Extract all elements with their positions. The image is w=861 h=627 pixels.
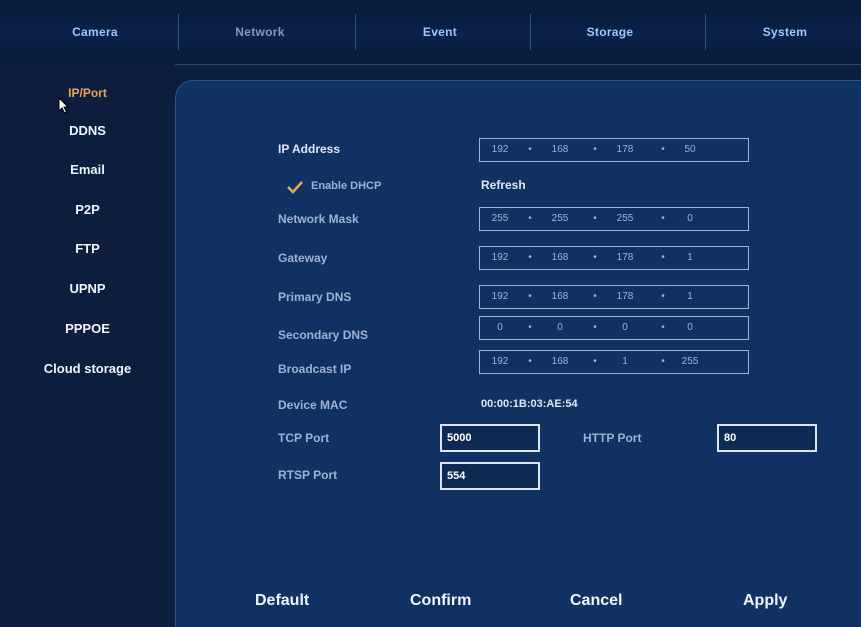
ip-dot: • xyxy=(661,213,665,224)
sidebar-item-ftp[interactable]: FTP xyxy=(0,241,175,256)
sidebar-item-ddns[interactable]: DDNS xyxy=(0,123,175,138)
secondary-dns-label: Secondary DNS xyxy=(278,328,369,342)
tab-event[interactable]: Event xyxy=(365,0,515,64)
ip-octet: 255 xyxy=(681,356,699,367)
ip-dot: • xyxy=(593,144,597,155)
default-button[interactable]: Default xyxy=(255,592,309,610)
ip-octet: 0 xyxy=(557,322,563,333)
ip-dot: • xyxy=(661,144,665,155)
tab-divider xyxy=(530,14,531,50)
ip-dot: • xyxy=(593,291,597,302)
ip-dot: • xyxy=(528,322,532,333)
sidebar-item-email[interactable]: Email xyxy=(0,162,175,177)
ip-dot: • xyxy=(661,322,665,333)
tab-network[interactable]: Network xyxy=(190,0,330,64)
ip-octet: 255 xyxy=(551,213,569,224)
broadcast-ip-field[interactable]: 192 • 168 • 1 • 255 xyxy=(479,350,749,374)
gateway-field[interactable]: 192 • 168 • 178 • 1 xyxy=(479,246,749,270)
ip-octet: 192 xyxy=(491,144,509,155)
rtsp-port-label: RTSP Port xyxy=(278,468,338,482)
ip-octet: 192 xyxy=(491,291,509,302)
ip-dot: • xyxy=(593,213,597,224)
refresh-button[interactable]: Refresh xyxy=(481,178,526,192)
ip-dot: • xyxy=(661,291,665,302)
ip-dot: • xyxy=(593,322,597,333)
broadcast-ip-label: Broadcast IP xyxy=(278,362,352,376)
ip-octet: 255 xyxy=(491,213,509,224)
ip-octet: 192 xyxy=(491,252,509,263)
primary-dns-label: Primary DNS xyxy=(278,290,352,304)
sidebar-item-upnp[interactable]: UPNP xyxy=(0,281,175,296)
http-port-label: HTTP Port xyxy=(583,431,642,445)
http-port-input[interactable]: 80 xyxy=(717,424,817,452)
tab-divider xyxy=(178,14,179,50)
network-mask-label: Network Mask xyxy=(278,212,359,226)
tcp-port-input[interactable]: 5000 xyxy=(440,424,540,452)
ip-octet: 0 xyxy=(687,213,693,224)
ip-octet: 255 xyxy=(616,213,634,224)
ip-dot: • xyxy=(593,252,597,263)
ip-octet: 1 xyxy=(687,291,693,302)
enable-dhcp-label[interactable]: Enable DHCP xyxy=(311,180,381,192)
ip-octet: 0 xyxy=(622,322,628,333)
secondary-dns-field[interactable]: 0 • 0 • 0 • 0 xyxy=(479,316,749,340)
ip-dot: • xyxy=(593,356,597,367)
gateway-label: Gateway xyxy=(278,251,328,265)
ip-octet: 178 xyxy=(616,291,634,302)
mouse-cursor-icon xyxy=(58,97,70,114)
ip-dot: • xyxy=(528,356,532,367)
ip-octet: 168 xyxy=(551,356,569,367)
ip-octet: 1 xyxy=(622,356,628,367)
ip-octet: 50 xyxy=(684,144,696,155)
sidebar-item-pppoe[interactable]: PPPOE xyxy=(0,321,175,336)
ip-octet: 168 xyxy=(551,252,569,263)
ip-octet: 168 xyxy=(551,291,569,302)
tab-divider xyxy=(355,14,356,50)
tab-system[interactable]: System xyxy=(710,0,860,64)
ip-octet: 192 xyxy=(491,356,509,367)
ip-octet: 168 xyxy=(551,144,569,155)
apply-button[interactable]: Apply xyxy=(743,592,787,610)
check-icon[interactable] xyxy=(287,180,303,194)
ip-octet: 178 xyxy=(616,144,634,155)
ip-octet: 0 xyxy=(497,322,503,333)
sidebar-item-p2p[interactable]: P2P xyxy=(0,202,175,217)
tab-bar: Camera Network Event Storage System xyxy=(0,0,861,65)
tab-camera[interactable]: Camera xyxy=(20,0,170,64)
tcp-port-label: TCP Port xyxy=(278,431,330,445)
ip-octet: 178 xyxy=(616,252,634,263)
confirm-button[interactable]: Confirm xyxy=(410,592,471,610)
tab-divider xyxy=(705,14,706,50)
ip-address-label: IP Address xyxy=(278,142,341,156)
ip-dot: • xyxy=(661,252,665,263)
ip-address-field[interactable]: 192 • 168 • 178 • 50 xyxy=(479,138,749,162)
ip-octet: 0 xyxy=(687,322,693,333)
ip-octet: 1 xyxy=(687,252,693,263)
ip-dot: • xyxy=(661,356,665,367)
ip-dot: • xyxy=(528,144,532,155)
rtsp-port-input[interactable]: 554 xyxy=(440,462,540,490)
tab-storage[interactable]: Storage xyxy=(535,0,685,64)
device-mac-label: Device MAC xyxy=(278,398,348,412)
device-mac-value: 00:00:1B:03:AE:54 xyxy=(481,398,578,410)
sidebar: IP/Port DDNS Email P2P FTP UPNP PPPOE Cl… xyxy=(0,64,175,626)
primary-dns-field[interactable]: 192 • 168 • 178 • 1 xyxy=(479,285,749,309)
ip-dot: • xyxy=(528,252,532,263)
sidebar-item-ip-port[interactable]: IP/Port xyxy=(0,86,175,100)
ip-dot: • xyxy=(528,213,532,224)
ip-dot: • xyxy=(528,291,532,302)
cancel-button[interactable]: Cancel xyxy=(570,592,622,610)
network-mask-field[interactable]: 255 • 255 • 255 • 0 xyxy=(479,207,749,231)
sidebar-item-cloud-storage[interactable]: Cloud storage xyxy=(0,361,175,376)
